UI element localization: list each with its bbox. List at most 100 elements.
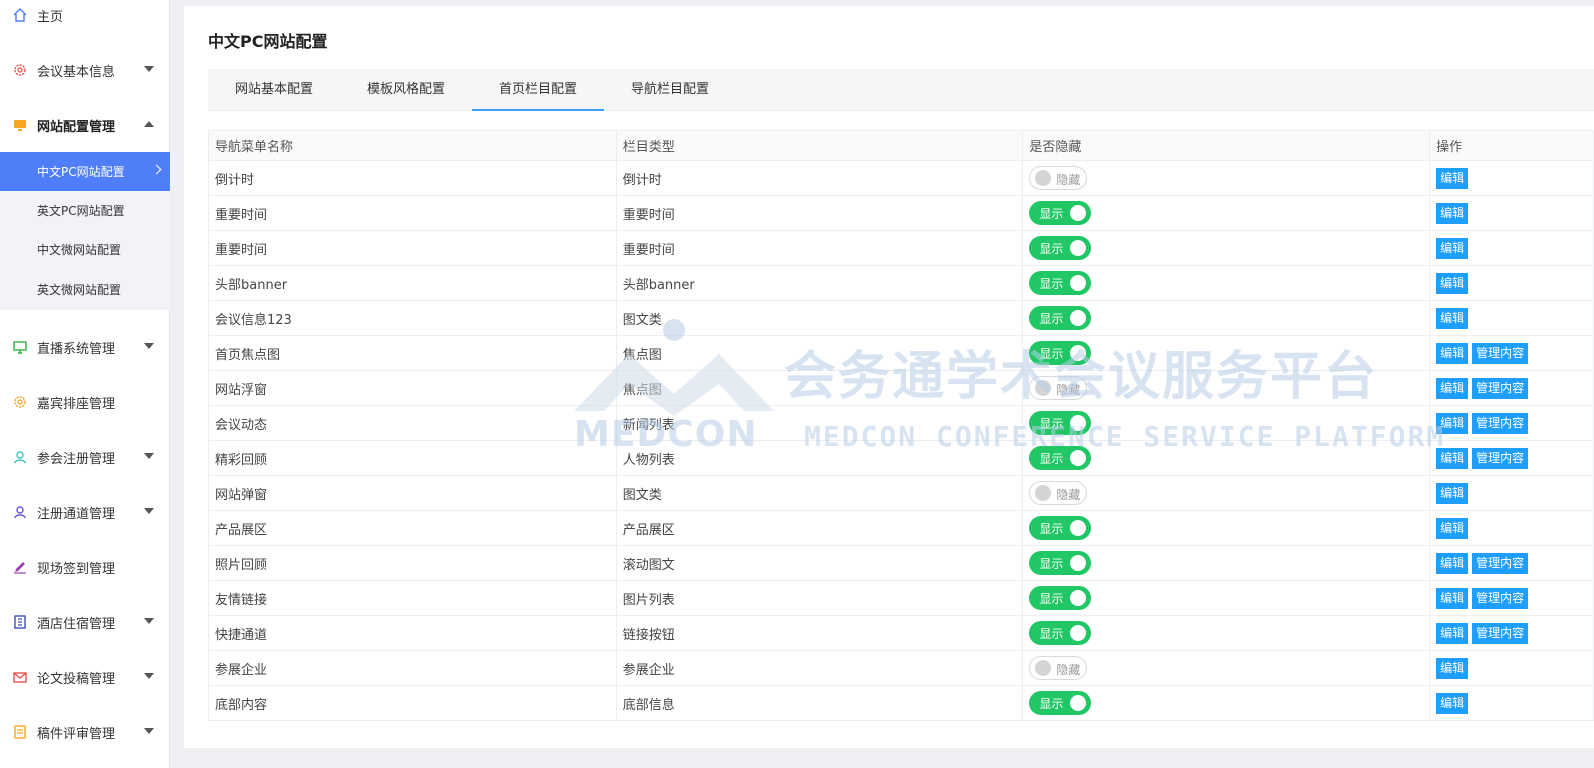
sidebar-item-reg-channel[interactable]: 注册通道管理 xyxy=(0,492,170,532)
sidebar-item-review[interactable]: 稿件评审管理 xyxy=(0,712,170,752)
toggle-label: 显示 xyxy=(1039,277,1064,291)
pen-icon xyxy=(13,560,27,574)
cell-actions: 编辑 xyxy=(1429,265,1594,301)
cell-visibility: 显示 xyxy=(1022,195,1431,231)
sidebar-item-paper[interactable]: 论文投稿管理 xyxy=(0,657,170,697)
sidebar-item-live[interactable]: 直播系统管理 xyxy=(0,327,170,367)
cell-name: 头部banner xyxy=(208,265,617,301)
visibility-toggle[interactable]: 显示 xyxy=(1029,516,1092,540)
cell-name: 产品展区 xyxy=(208,510,617,546)
visibility-toggle[interactable]: 显示 xyxy=(1029,341,1092,365)
edit-button[interactable]: 编辑 xyxy=(1436,167,1469,189)
visibility-toggle[interactable]: 隐藏 xyxy=(1029,656,1088,680)
manage-content-button[interactable]: 管理内容 xyxy=(1472,447,1529,469)
tab-basic-config[interactable]: 网站基本配置 xyxy=(208,69,340,111)
sidebar-item-hotel[interactable]: 酒店住宿管理 xyxy=(0,602,170,642)
edit-button[interactable]: 编辑 xyxy=(1436,272,1469,294)
edit-button[interactable]: 编辑 xyxy=(1436,412,1469,434)
visibility-toggle[interactable]: 显示 xyxy=(1029,691,1092,715)
cell-name: 精彩回顾 xyxy=(208,440,617,476)
visibility-toggle[interactable]: 显示 xyxy=(1029,236,1092,260)
table-row: 头部banner 头部banner 显示 编辑 xyxy=(208,265,1594,301)
cell-name: 首页焦点图 xyxy=(208,335,617,371)
edit-button[interactable]: 编辑 xyxy=(1436,307,1469,329)
cell-actions: 编辑 管理内容 xyxy=(1429,335,1594,371)
visibility-toggle[interactable]: 隐藏 xyxy=(1029,376,1088,400)
cell-type: 头部banner xyxy=(615,265,1024,301)
tab-homepage-columns[interactable]: 首页栏目配置 xyxy=(472,69,604,111)
chevron-down-icon xyxy=(144,728,154,734)
edit-button[interactable]: 编辑 xyxy=(1436,202,1469,224)
edit-button[interactable]: 编辑 xyxy=(1436,552,1469,574)
column-header-actions: 操作 xyxy=(1429,130,1594,161)
sidebar-subitem-cn-pc[interactable]: 中文PC网站配置 xyxy=(0,152,170,191)
cell-name: 友情链接 xyxy=(208,580,617,616)
page-title: 中文PC网站配置 xyxy=(208,32,328,51)
toggle-label: 隐藏 xyxy=(1056,488,1081,502)
table-row: 快捷通道 链接按钮 显示 编辑 管理内容 xyxy=(208,615,1594,651)
edit-button[interactable]: 编辑 xyxy=(1436,377,1469,399)
toggle-label: 隐藏 xyxy=(1056,663,1081,677)
manage-content-button[interactable]: 管理内容 xyxy=(1472,412,1529,434)
visibility-toggle[interactable]: 显示 xyxy=(1029,446,1092,470)
manage-content-button[interactable]: 管理内容 xyxy=(1472,552,1529,574)
toggle-label: 显示 xyxy=(1039,207,1064,221)
table-row: 底部内容 底部信息 显示 编辑 xyxy=(208,685,1594,721)
visibility-toggle[interactable]: 显示 xyxy=(1029,201,1092,225)
edit-button[interactable]: 编辑 xyxy=(1436,657,1469,679)
visibility-toggle[interactable]: 显示 xyxy=(1029,271,1092,295)
edit-button[interactable]: 编辑 xyxy=(1436,447,1469,469)
edit-button[interactable]: 编辑 xyxy=(1436,482,1469,504)
table-row: 重要时间 重要时间 显示 编辑 xyxy=(208,195,1594,231)
cell-actions: 编辑 管理内容 xyxy=(1429,580,1594,616)
sidebar-item-site-config[interactable]: 网站配置管理 xyxy=(0,105,170,145)
tab-bar: 网站基本配置 模板风格配置 首页栏目配置 导航栏目配置 xyxy=(208,69,1594,111)
tab-template-style[interactable]: 模板风格配置 xyxy=(340,69,472,111)
sidebar-subitem-en-mobile[interactable]: 英文微网站配置 xyxy=(0,269,170,310)
edit-button[interactable]: 编辑 xyxy=(1436,587,1469,609)
visibility-toggle[interactable]: 显示 xyxy=(1029,306,1092,330)
visibility-toggle[interactable]: 隐藏 xyxy=(1029,481,1088,505)
sidebar-item-home[interactable]: 主页 xyxy=(0,0,170,35)
toggle-knob xyxy=(1070,275,1087,291)
table-row: 倒计时 倒计时 隐藏 编辑 xyxy=(208,160,1594,196)
chevron-down-icon xyxy=(144,673,154,679)
cell-actions: 编辑 xyxy=(1429,685,1594,721)
config-table: 导航菜单名称 栏目类型 是否隐藏 操作 倒计时 倒计时 隐藏 编辑 重要时间 重要时间 显示… xyxy=(208,130,1594,721)
sidebar-item-registration[interactable]: 参会注册管理 xyxy=(0,437,170,477)
cell-name: 重要时间 xyxy=(208,195,617,231)
toggle-knob xyxy=(1070,345,1087,361)
sidebar-item-meeting-info[interactable]: 会议基本信息 xyxy=(0,50,170,90)
edit-button[interactable]: 编辑 xyxy=(1436,517,1469,539)
table-row: 友情链接 图片列表 显示 编辑 管理内容 xyxy=(208,580,1594,616)
manage-content-button[interactable]: 管理内容 xyxy=(1472,587,1529,609)
cell-type: 焦点图 xyxy=(615,370,1024,406)
sidebar-item-guest[interactable]: 嘉宾排座管理 xyxy=(0,382,170,422)
sidebar-item-checkin[interactable]: 现场签到管理 xyxy=(0,547,170,587)
visibility-toggle[interactable]: 显示 xyxy=(1029,621,1092,645)
manage-content-button[interactable]: 管理内容 xyxy=(1472,622,1529,644)
visibility-toggle[interactable]: 显示 xyxy=(1029,411,1092,435)
edit-button[interactable]: 编辑 xyxy=(1436,622,1469,644)
sidebar-subitem-en-pc[interactable]: 英文PC网站配置 xyxy=(0,191,170,230)
sidebar-subitem-cn-mobile[interactable]: 中文微网站配置 xyxy=(0,230,170,269)
sidebar-item-label: 酒店住宿管理 xyxy=(37,616,116,632)
cell-name: 快捷通道 xyxy=(208,615,617,651)
toggle-label: 显示 xyxy=(1039,557,1064,571)
visibility-toggle[interactable]: 隐藏 xyxy=(1029,166,1088,190)
edit-button[interactable]: 编辑 xyxy=(1436,692,1469,714)
visibility-toggle[interactable]: 显示 xyxy=(1029,551,1092,575)
toggle-label: 显示 xyxy=(1039,242,1064,256)
table-row: 照片回顾 滚动图文 显示 编辑 管理内容 xyxy=(208,545,1594,581)
manage-content-button[interactable]: 管理内容 xyxy=(1472,377,1529,399)
edit-button[interactable]: 编辑 xyxy=(1436,342,1469,364)
column-header-type: 栏目类型 xyxy=(615,130,1024,161)
cell-type: 产品展区 xyxy=(615,510,1024,546)
edit-button[interactable]: 编辑 xyxy=(1436,237,1469,259)
manage-content-button[interactable]: 管理内容 xyxy=(1472,342,1529,364)
toggle-label: 显示 xyxy=(1039,627,1064,641)
tab-nav-columns[interactable]: 导航栏目配置 xyxy=(604,69,736,111)
toggle-label: 显示 xyxy=(1039,697,1064,711)
visibility-toggle[interactable]: 显示 xyxy=(1029,586,1092,610)
sidebar-subitem-label: 英文PC网站配置 xyxy=(37,204,125,218)
